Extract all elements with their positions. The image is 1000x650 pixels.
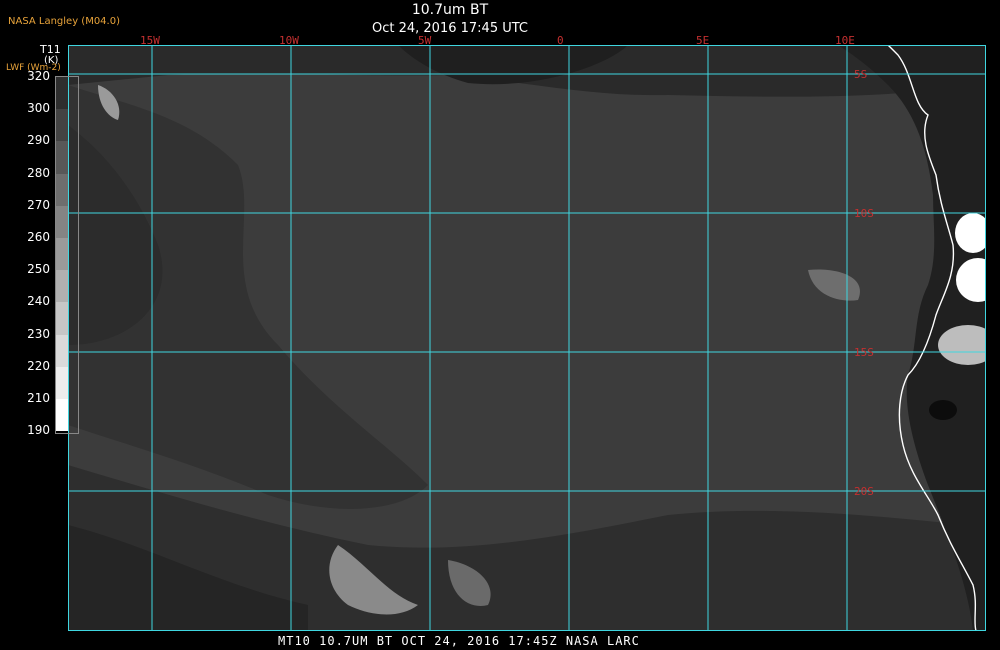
latitude-label: 20S: [854, 485, 874, 498]
colorbar-tick-label: 280: [27, 165, 50, 180]
colorbar-tick-label: 220: [27, 358, 50, 373]
latitude-label: 5S: [854, 68, 867, 81]
colorbar-tick-label: 320: [27, 69, 50, 83]
latitude-label: 10S: [854, 207, 874, 220]
colorbar-tick-label: 240: [27, 294, 50, 309]
image-timestamp: Oct 24, 2016 17:45 UTC: [372, 21, 528, 36]
footer-caption: MT10 10.7UM BT OCT 24, 2016 17:45Z NASA …: [278, 634, 640, 648]
longitude-label: 10W: [279, 34, 299, 47]
satellite-image-viewer: NASA Langley (M04.0) 10.7um BT Oct 24, 2…: [0, 0, 1000, 650]
longitude-label: 5W: [418, 34, 432, 47]
longitude-label: 0: [557, 34, 564, 47]
warm-surface-patch: [929, 400, 957, 420]
colorbar-tick-label: 270: [27, 197, 50, 212]
latitude-label: 15S: [854, 346, 874, 359]
longitude-label: 5E: [696, 34, 710, 47]
map-image: 5S 10S 15S 20S: [68, 45, 986, 631]
colorbar-tick-label: 230: [27, 326, 50, 341]
colorbar-tick-label: 250: [27, 262, 50, 277]
colorbar-tick-label: 260: [27, 230, 50, 244]
colorbar-tick-label: 300: [27, 101, 50, 116]
colorbar-tick-label: 190: [27, 423, 50, 438]
colorbar-tick-label: 210: [27, 391, 50, 405]
colorbar-tick-label: 290: [27, 133, 50, 148]
image-title: 10.7um BT: [411, 2, 489, 18]
longitude-label: 15W: [140, 34, 160, 47]
colorbar-frame: [55, 76, 79, 435]
longitude-label: 10E: [835, 34, 855, 47]
